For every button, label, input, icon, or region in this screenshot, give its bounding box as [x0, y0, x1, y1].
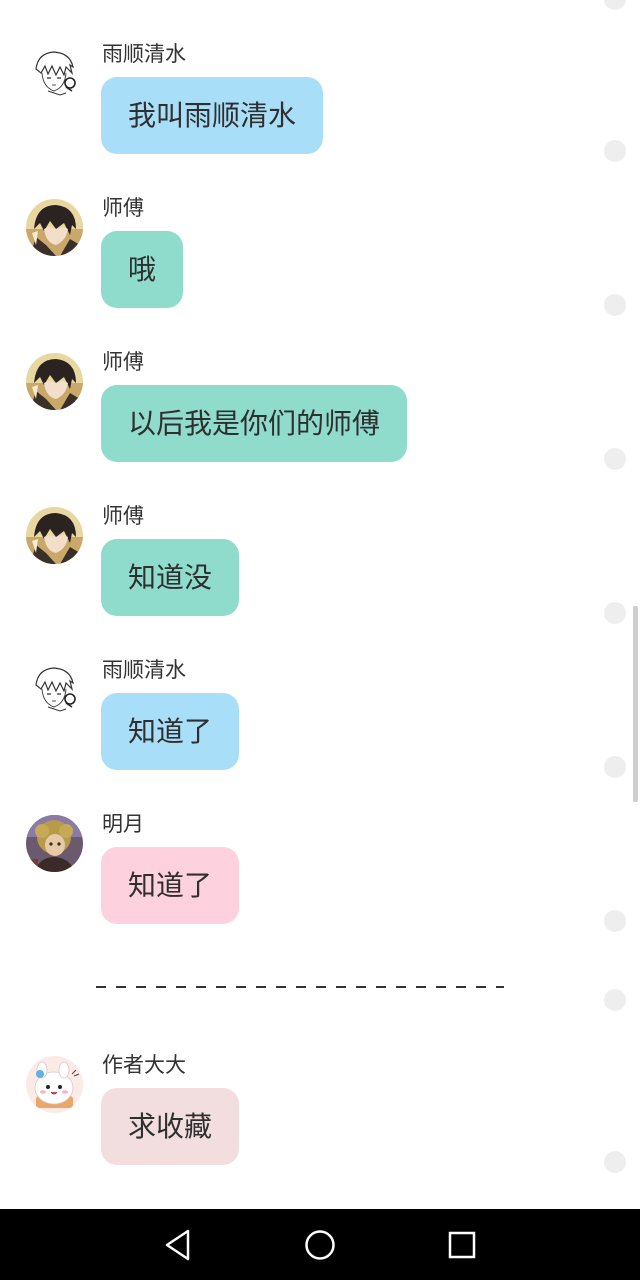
- message-bubble[interactable]: 我叫雨顺清水: [101, 77, 324, 154]
- message-bubble[interactable]: 知道了: [101, 847, 240, 924]
- chat-message: 师傅 以后我是你们的师傅: [0, 350, 640, 483]
- chat-message: 作者大大 求收藏: [0, 1053, 640, 1186]
- sender-name: 师傅: [102, 350, 144, 374]
- message-bubble[interactable]: 知道了: [101, 693, 240, 770]
- message-bubble[interactable]: 以后我是你们的师傅: [101, 385, 408, 462]
- message-action-dot[interactable]: [604, 1151, 626, 1173]
- chat-message: 雨顺清水 我叫雨顺清水: [0, 42, 640, 175]
- message-action-dot[interactable]: [604, 989, 626, 1011]
- chat-message: 明月 知道了: [0, 812, 640, 945]
- sketch-boy-avatar[interactable]: [26, 661, 83, 718]
- sender-name: 师傅: [102, 196, 144, 220]
- message-action-dot[interactable]: [604, 294, 626, 316]
- curly-hair-girl-avatar[interactable]: [26, 815, 83, 872]
- sender-name: 明月: [102, 812, 144, 836]
- chat-screen: 雨顺清水 我叫雨顺清水 师傅 哦 师傅 以后我是你们的师傅 师傅 知道没 雨顺清…: [0, 0, 640, 1280]
- sketch-boy-avatar[interactable]: [26, 45, 83, 102]
- chat-message: 雨顺清水 知道了: [0, 658, 640, 791]
- message-bubble[interactable]: 求收藏: [101, 1088, 240, 1165]
- white-bunny-avatar[interactable]: [26, 1056, 83, 1113]
- chat-message: 师傅 知道没: [0, 504, 640, 637]
- message-bubble[interactable]: 哦: [101, 231, 184, 308]
- message-action-dot[interactable]: [604, 140, 626, 162]
- sender-name: 师傅: [102, 504, 144, 528]
- system-navigation-bar: [0, 1209, 640, 1280]
- dark-hair-anime-avatar[interactable]: [26, 507, 83, 564]
- message-action-dot[interactable]: [604, 0, 626, 10]
- recents-square-icon[interactable]: [442, 1225, 482, 1265]
- dark-hair-anime-avatar[interactable]: [26, 199, 83, 256]
- sender-name: 雨顺清水: [102, 658, 186, 682]
- sender-name: 雨顺清水: [102, 42, 186, 66]
- message-action-dot[interactable]: [604, 756, 626, 778]
- back-triangle-icon[interactable]: [158, 1225, 198, 1265]
- scrollbar-thumb[interactable]: [633, 606, 638, 802]
- message-bubble[interactable]: 知道没: [101, 539, 240, 616]
- message-action-dot[interactable]: [604, 910, 626, 932]
- dark-hair-anime-avatar[interactable]: [26, 353, 83, 410]
- home-circle-icon[interactable]: [300, 1225, 340, 1265]
- sender-name: 作者大大: [102, 1053, 186, 1077]
- message-action-dot[interactable]: [604, 602, 626, 624]
- dashed-divider: [96, 986, 504, 988]
- chat-message: 师傅 哦: [0, 196, 640, 329]
- message-action-dot[interactable]: [604, 448, 626, 470]
